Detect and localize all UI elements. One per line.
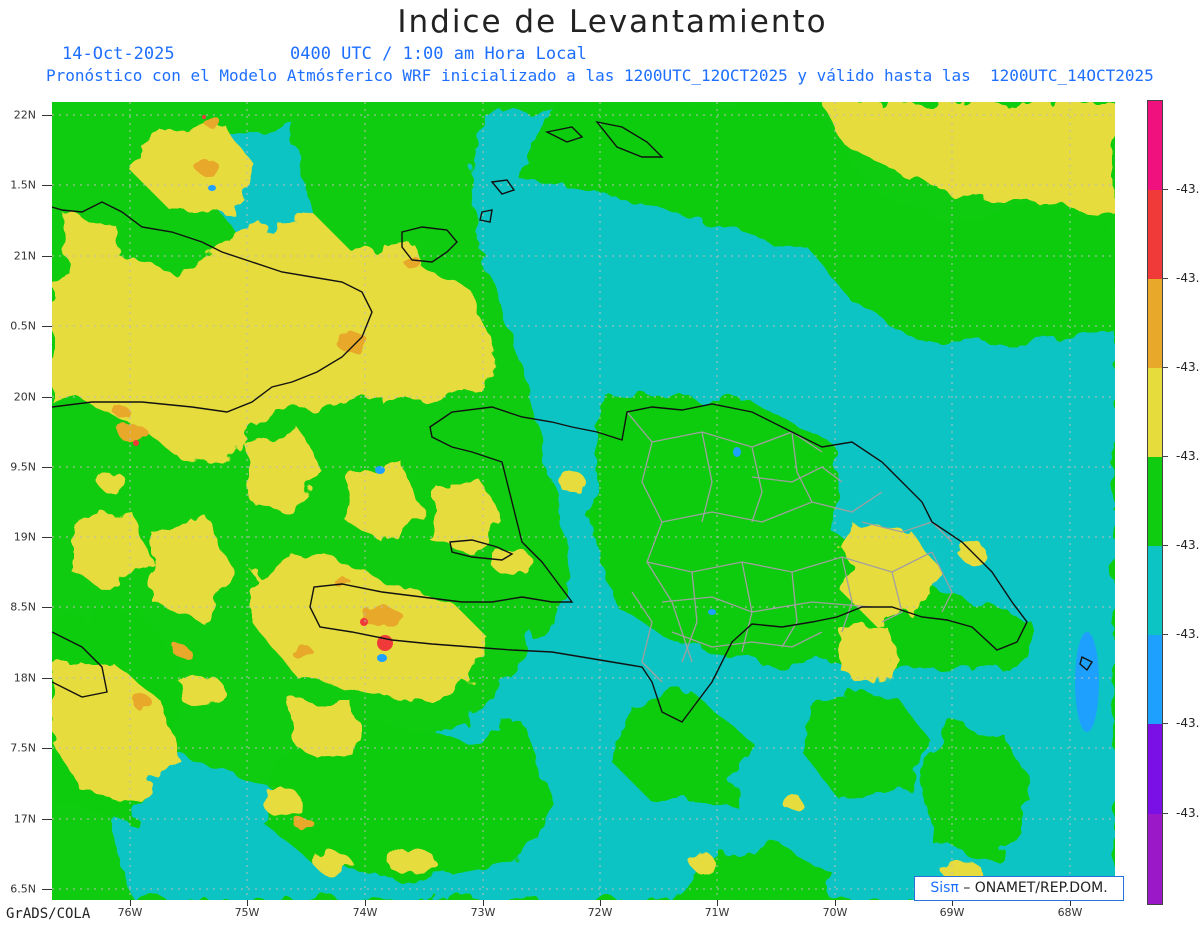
- colorbar-segment: [1148, 190, 1162, 279]
- lifted-index-map: [52, 102, 1115, 900]
- colorbar-tick: [1162, 189, 1168, 190]
- time-label: 0400 UTC / 1:00 am Hora Local: [290, 44, 587, 64]
- y-tickmark: [42, 889, 52, 890]
- colorbar-tick: [1162, 367, 1168, 368]
- colorbar-label: -43.6: [1176, 538, 1200, 552]
- x-tick-label: 72W: [587, 906, 613, 919]
- map-title: Indice de Levantamiento: [397, 4, 828, 40]
- y-tick-label: 8.5N: [10, 600, 36, 614]
- forecast-description: Pronóstico con el Modelo Atmósferico WRF…: [46, 66, 1154, 85]
- y-tick-label: 19N: [13, 530, 36, 544]
- y-tickmark: [42, 678, 52, 679]
- colorbar-tick: [1162, 723, 1168, 724]
- colorbar-tick: [1162, 813, 1168, 814]
- colorbar-label: -43.4: [1176, 360, 1200, 374]
- colorbar-tick: [1162, 634, 1168, 635]
- x-tick-label: 70W: [822, 906, 848, 919]
- colorbar-tick: [1162, 545, 1168, 546]
- x-tick-label: 68W: [1057, 906, 1083, 919]
- colorbar-segment: [1148, 101, 1162, 190]
- credit-box: Sisπ – ONAMET/REP.DOM.: [914, 876, 1124, 901]
- colorbar-segment: [1148, 368, 1162, 457]
- y-tickmark: [42, 467, 52, 468]
- y-tickmark: [42, 819, 52, 820]
- y-tickmark: [42, 185, 52, 186]
- y-tick-label: 0.5N: [10, 319, 36, 333]
- colorbar-tick: [1162, 278, 1168, 279]
- sispi-logo: Sisπ: [930, 880, 959, 896]
- y-tick-label: 22N: [13, 108, 36, 122]
- y-tick-label: 21N: [13, 249, 36, 263]
- y-tick-label: 1.5N: [10, 178, 36, 192]
- colorbar-segment: [1148, 546, 1162, 635]
- colorbar-segment: [1148, 279, 1162, 368]
- x-tick-label: 69W: [939, 906, 965, 919]
- y-tick-label: 17N: [13, 812, 36, 826]
- y-tickmark: [42, 256, 52, 257]
- colorbar-segment: [1148, 814, 1162, 904]
- x-tick-label: 76W: [117, 906, 143, 919]
- y-tick-label: 6.5N: [10, 882, 36, 896]
- x-tick-label: 75W: [234, 906, 260, 919]
- colorbar-segment: [1148, 724, 1162, 814]
- y-tickmark: [42, 326, 52, 327]
- y-tickmark: [42, 115, 52, 116]
- x-tick-label: 73W: [470, 906, 496, 919]
- x-tick-label: 71W: [704, 906, 730, 919]
- y-tickmark: [42, 748, 52, 749]
- colorbar: [1147, 100, 1163, 905]
- date-label: 14-Oct-2025: [62, 44, 175, 64]
- y-tickmark: [42, 607, 52, 608]
- colorbar-label: -43.8: [1176, 716, 1200, 730]
- colorbar-label: -43.7: [1176, 627, 1200, 641]
- colorbar-label: -43.3: [1176, 271, 1200, 285]
- y-tick-label: 20N: [13, 390, 36, 404]
- x-tick-label: 74W: [352, 906, 378, 919]
- map-canvas: [52, 102, 1115, 900]
- colorbar-label: -43.5: [1176, 449, 1200, 463]
- colorbar-label: -43.9: [1176, 806, 1200, 820]
- y-tick-label: 18N: [13, 671, 36, 685]
- y-tick-label: 9.5N: [10, 460, 36, 474]
- colorbar-segment: [1148, 457, 1162, 546]
- y-tickmark: [42, 397, 52, 398]
- credit-text: – ONAMET/REP.DOM.: [963, 880, 1108, 896]
- y-tickmark: [42, 537, 52, 538]
- colorbar-tick: [1162, 456, 1168, 457]
- y-tick-label: 7.5N: [10, 741, 36, 755]
- colorbar-segment: [1148, 635, 1162, 724]
- software-credit: GrADS/COLA: [6, 906, 91, 922]
- colorbar-label: -43.2: [1176, 182, 1200, 196]
